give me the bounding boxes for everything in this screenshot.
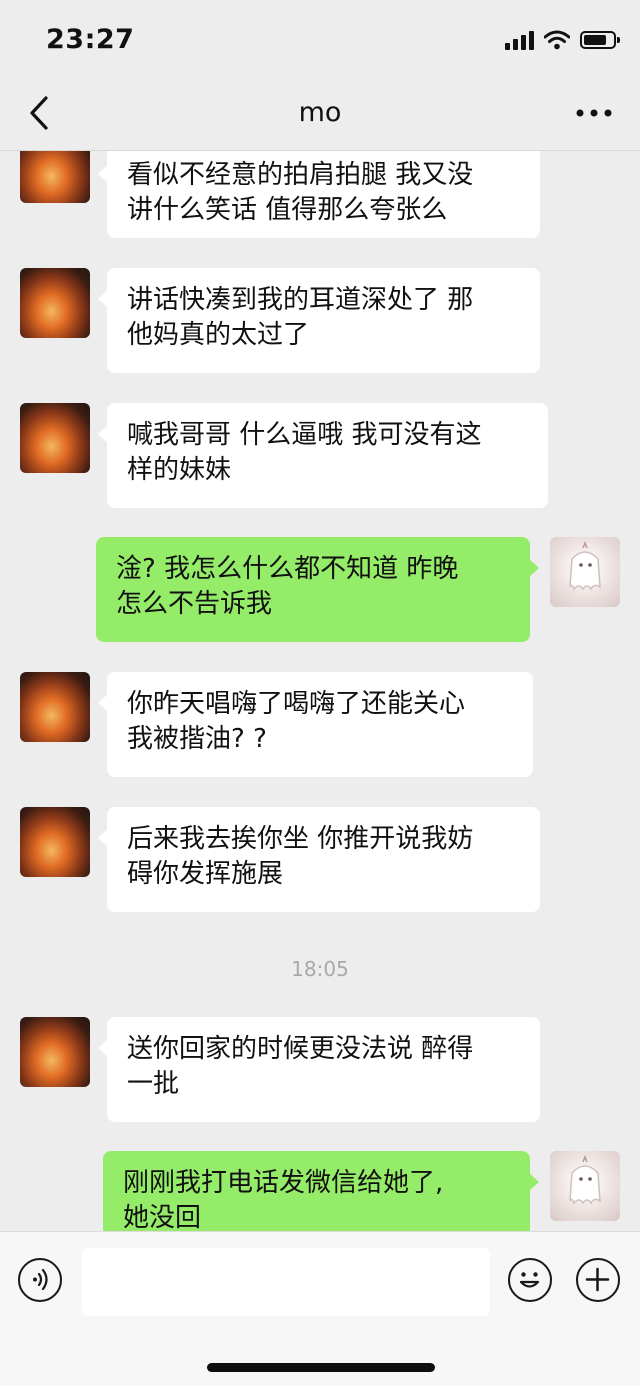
status-time: 23:27	[46, 24, 135, 55]
input-bar	[0, 1231, 640, 1386]
message-bubble-received[interactable]: 送你回家的时候更没法说 醉得 一批	[98, 1017, 540, 1122]
wifi-icon	[544, 30, 570, 50]
message-input[interactable]	[82, 1248, 490, 1316]
message-bubble-received[interactable]: 你昨天唱嗨了喝嗨了还能关心 我被揩油? ?	[98, 672, 533, 777]
message-bubble-received[interactable]: 喊我哥哥 什么逼哦 我可没有这 样的妹妹	[98, 403, 548, 508]
chat-area[interactable]: 看似不经意的拍肩拍腿 我又没 讲什么笑话 值得那么夸张么 讲话快凑到我的耳道深处…	[0, 151, 640, 1231]
voice-button[interactable]	[18, 1258, 62, 1302]
more-button[interactable]	[574, 100, 614, 130]
contact-avatar[interactable]	[20, 268, 90, 338]
my-avatar[interactable]	[550, 537, 620, 607]
message-bubble-received[interactable]: 看似不经意的拍肩拍腿 我又没 讲什么笑话 值得那么夸张么	[98, 151, 540, 238]
voice-icon	[33, 1268, 48, 1291]
ghost-avatar-icon	[569, 1154, 601, 1205]
emoji-icon	[519, 1272, 540, 1288]
contact-avatar[interactable]	[20, 672, 90, 742]
status-bar: 23:27	[0, 0, 640, 80]
nav-bar: mo	[0, 80, 640, 151]
home-indicator	[207, 1363, 435, 1372]
contact-avatar[interactable]	[20, 807, 90, 877]
more-dots-icon	[576, 109, 612, 117]
message-bubble-received[interactable]: 讲话快凑到我的耳道深处了 那 他妈真的太过了	[98, 268, 540, 373]
contact-avatar[interactable]	[20, 1017, 90, 1087]
message-bubble-sent[interactable]: 淦? 我怎么什么都不知道 昨晚 怎么不告诉我	[96, 537, 539, 642]
battery-icon	[580, 31, 620, 49]
plus-icon	[585, 1267, 610, 1292]
ghost-avatar-icon	[569, 540, 601, 591]
chat-timestamp: 18:05	[291, 957, 349, 981]
contact-avatar[interactable]	[20, 403, 90, 473]
cellular-signal-icon	[505, 30, 534, 50]
plus-button[interactable]	[576, 1258, 620, 1302]
my-avatar[interactable]	[550, 1151, 620, 1221]
chat-title: mo	[298, 97, 342, 128]
message-bubble-received[interactable]: 后来我去挨你坐 你推开说我妨 碍你发挥施展	[98, 807, 540, 912]
battery-level	[584, 35, 607, 45]
contact-avatar[interactable]	[20, 151, 90, 203]
message-bubble-sent[interactable]: 刚刚我打电话发微信给她了, 她没回	[103, 1151, 539, 1231]
status-icons	[505, 28, 620, 52]
emoji-button[interactable]	[508, 1258, 552, 1302]
